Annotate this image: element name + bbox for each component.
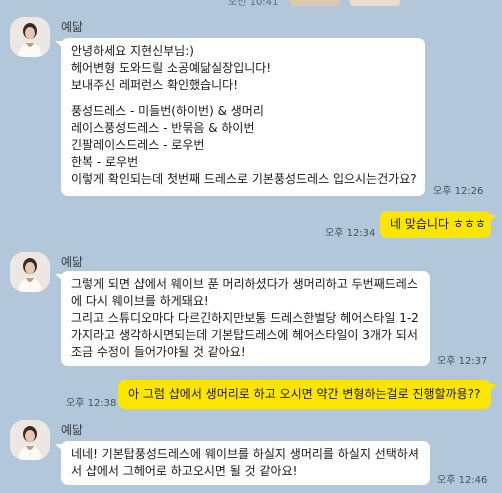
message-line: 에 다시 웨이브를 하게돼요! (71, 294, 209, 308)
message-text: 아 그럼 샵에서 생머리로 하고 오시면 약간 변형하는걸로 진행할까용?? (128, 387, 481, 401)
my-message-bubble[interactable]: 아 그럼 샵에서 생머리로 하고 오시면 약간 변형하는걸로 진행할까용?? (118, 380, 491, 409)
bubble-tail (489, 215, 497, 222)
message-line: 한복 - 로우번 (71, 155, 139, 169)
message-line: 보내주신 레퍼런스 확인했습니다! (71, 78, 239, 92)
message-time: 오후 12:26 (433, 186, 484, 197)
message-line: 가지라고 생각하시면되는데 기본탑드레스에 헤어스타일이 3개가 되서 (71, 328, 418, 342)
photo-thumbnail[interactable] (350, 0, 400, 6)
previous-message-strip: 오전 10:41 (0, 0, 502, 8)
message-bubble[interactable]: 그렇게 되면 샵에서 웨이브 푼 머리하셨다가 생머리하고 두번째드레스 에 다… (61, 271, 430, 366)
message-line (71, 94, 415, 103)
message-time: 오후 12:46 (437, 475, 488, 486)
sender-name: 예닮 (61, 423, 84, 437)
message-line: 긴팔레이스드레스 - 로우번 (71, 138, 205, 152)
message-text: 네 맞습니다 ㅎㅎㅎ (390, 217, 486, 231)
photo-thumbnail[interactable] (290, 0, 340, 6)
profile-photo-icon (10, 17, 50, 57)
avatar[interactable] (10, 252, 50, 292)
bubble-tail (489, 384, 497, 391)
message-line: 레이스풍성드레스 - 반묶음 & 하이번 (71, 121, 255, 135)
message-line: 안녕하세요 지현신부님:) (71, 44, 194, 58)
message-line: 조금 수정이 들어가야될 것 같아요! (71, 345, 246, 359)
message-line: 서 샵에서 그헤어로 하고오시면 될 것 같아요! (71, 464, 298, 478)
sender-name: 예닮 (61, 255, 84, 269)
message-time: 오후 12:38 (66, 398, 117, 409)
message-line: 그리고 스튜디오마다 다르긴하지만보통 드레스한벌당 헤어스타일 1-2 (71, 311, 419, 325)
avatar[interactable] (10, 17, 50, 57)
my-message-bubble[interactable]: 네 맞습니다 ㅎㅎㅎ (380, 211, 491, 238)
message-bubble[interactable]: 네네! 기본탑풍성드레스에 웨이브를 하실지 생머리를 하실지 선택하셔 서 샵… (61, 441, 430, 485)
previous-time: 오전 10:41 (228, 0, 279, 8)
profile-photo-icon (10, 420, 50, 460)
profile-photo-icon (10, 252, 50, 292)
message-time: 오후 12:37 (437, 356, 488, 367)
message-line: 풍성드레스 - 미들번(하이번) & 생머리 (71, 104, 264, 118)
message-line: 네네! 기본탑풍성드레스에 웨이브를 하실지 생머리를 하실지 선택하셔 (71, 447, 419, 461)
message-line: 헤어변형 도와드릴 소공예닮실장입니다! (71, 61, 272, 75)
message-line: 그렇게 되면 샵에서 웨이브 푼 머리하셨다가 생머리하고 두번째드레스 (71, 277, 418, 291)
avatar[interactable] (10, 420, 50, 460)
sender-name: 예닮 (61, 20, 84, 34)
message-time: 오후 12:34 (325, 228, 376, 239)
message-line: 이렇게 확인되는데 첫번째 드레스로 기본풍성드레스 입으시는건가요? (71, 172, 417, 186)
message-bubble[interactable]: 안녕하세요 지현신부님:) 헤어변형 도와드릴 소공예닮실장입니다! 보내주신 … (61, 38, 425, 196)
